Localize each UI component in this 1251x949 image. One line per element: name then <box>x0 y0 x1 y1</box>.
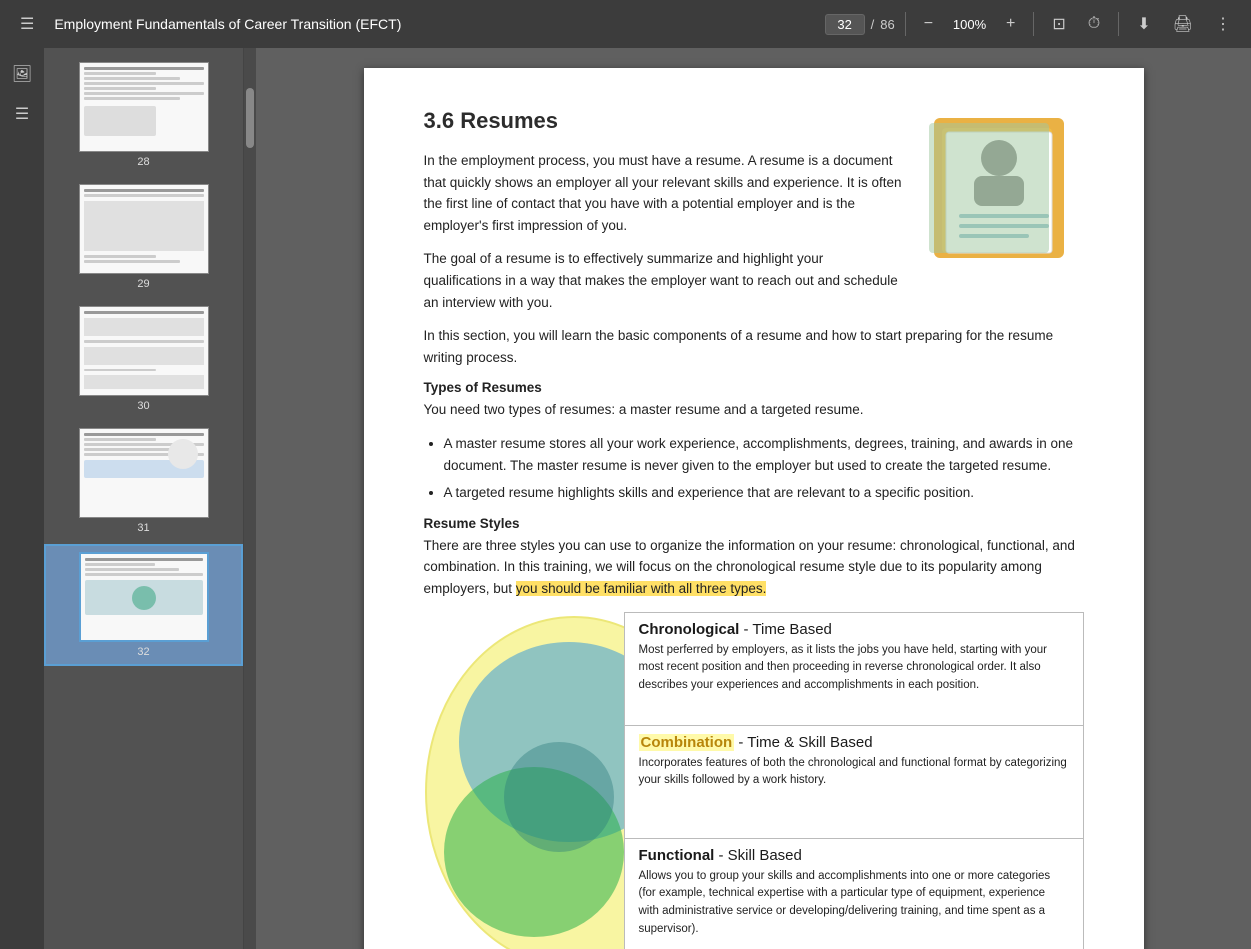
bullet-item-2: A targeted resume highlights skills and … <box>444 482 1084 504</box>
clock-button[interactable]: ⏱ <box>1080 11 1108 37</box>
thumbnail-panel[interactable]: 28 29 <box>44 48 244 949</box>
thumbnail-28[interactable]: 28 <box>44 56 243 174</box>
venn-diagram-container: Chronological - Time Based Most perferre… <box>424 612 1084 949</box>
total-pages: 86 <box>880 17 894 32</box>
thumbnail-30[interactable]: 30 <box>44 300 243 418</box>
document-title: Employment Fundamentals of Career Transi… <box>54 16 812 32</box>
side-icons: 🖼 ☰ <box>0 48 44 949</box>
styles-heading: Resume Styles <box>424 516 1084 531</box>
sidebar-icon-image[interactable]: 🖼 <box>4 56 40 92</box>
divider-3 <box>1118 12 1119 36</box>
intro-paragraph-3: In this section, you will learn the basi… <box>424 325 1084 368</box>
download-button[interactable]: ⬇ <box>1129 10 1158 38</box>
combo-text: Incorporates features of both the chrono… <box>639 755 1069 791</box>
menu-button[interactable]: ☰ <box>12 10 42 38</box>
thumb-label-29: 29 <box>137 278 149 290</box>
thumbnail-img-29 <box>79 184 209 274</box>
resume-type-boxes: Chronological - Time Based Most perferre… <box>624 612 1084 949</box>
combo-title: Combination - Time & Skill Based <box>639 734 1069 751</box>
main-area: 🖼 ☰ 28 <box>0 48 1251 949</box>
chronological-box: Chronological - Time Based Most perferre… <box>624 612 1084 725</box>
func-title: Functional - Skill Based <box>639 847 1069 864</box>
divider-2 <box>1033 12 1034 36</box>
types-text: You need two types of resumes: a master … <box>424 399 1084 421</box>
print-button[interactable]: 🖨 <box>1165 10 1201 38</box>
resume-icon <box>924 108 1084 268</box>
thumbnail-32[interactable]: 32 <box>44 544 243 666</box>
scroll-thumb <box>246 88 254 148</box>
fit-button[interactable]: ⊡ <box>1044 10 1073 38</box>
functional-box: Functional - Skill Based Allows you to g… <box>624 838 1084 949</box>
divider-1 <box>905 12 906 36</box>
zoom-in-button[interactable]: + <box>998 11 1023 37</box>
toolbar-controls: / 86 − 100% + ⊡ ⏱ ⬇ 🖨 ⋮ <box>825 10 1239 38</box>
chrono-title: Chronological - Time Based <box>639 621 1069 638</box>
thumbnail-img-31 <box>79 428 209 518</box>
page-document: 3.6 Resumes In the employment process, y… <box>364 68 1144 949</box>
chrono-text: Most perferred by employers, as it lists… <box>639 642 1069 695</box>
thumbnail-img-30 <box>79 306 209 396</box>
combination-box: Combination - Time & Skill Based Incorpo… <box>624 725 1084 838</box>
thumbnail-31[interactable]: 31 <box>44 422 243 540</box>
thumb-label-31: 31 <box>137 522 149 534</box>
thumb-label-32: 32 <box>137 646 149 658</box>
content-area[interactable]: 3.6 Resumes In the employment process, y… <box>256 48 1251 949</box>
more-button[interactable]: ⋮ <box>1207 10 1239 38</box>
bullet-item-1: A master resume stores all your work exp… <box>444 433 1084 476</box>
types-heading: Types of Resumes <box>424 380 1084 395</box>
zoom-level: 100% <box>947 17 992 32</box>
func-text: Allows you to group your skills and acco… <box>639 868 1069 939</box>
thumbnail-img-28 <box>79 62 209 152</box>
sidebar-icon-text[interactable]: ☰ <box>4 96 40 132</box>
toolbar: ☰ Employment Fundamentals of Career Tran… <box>0 0 1251 48</box>
thumb-label-28: 28 <box>137 156 149 168</box>
bullet-list: A master resume stores all your work exp… <box>444 433 1084 504</box>
scroll-track[interactable] <box>244 48 256 949</box>
styles-text-highlight: you should be familiar with all three ty… <box>516 581 767 596</box>
zoom-out-button[interactable]: − <box>916 11 941 37</box>
styles-text: There are three styles you can use to or… <box>424 535 1084 600</box>
thumbnail-29[interactable]: 29 <box>44 178 243 296</box>
page-separator: / <box>871 17 875 32</box>
page-input[interactable] <box>825 14 865 35</box>
thumb-label-30: 30 <box>137 400 149 412</box>
thumbnail-img-32 <box>79 552 209 642</box>
